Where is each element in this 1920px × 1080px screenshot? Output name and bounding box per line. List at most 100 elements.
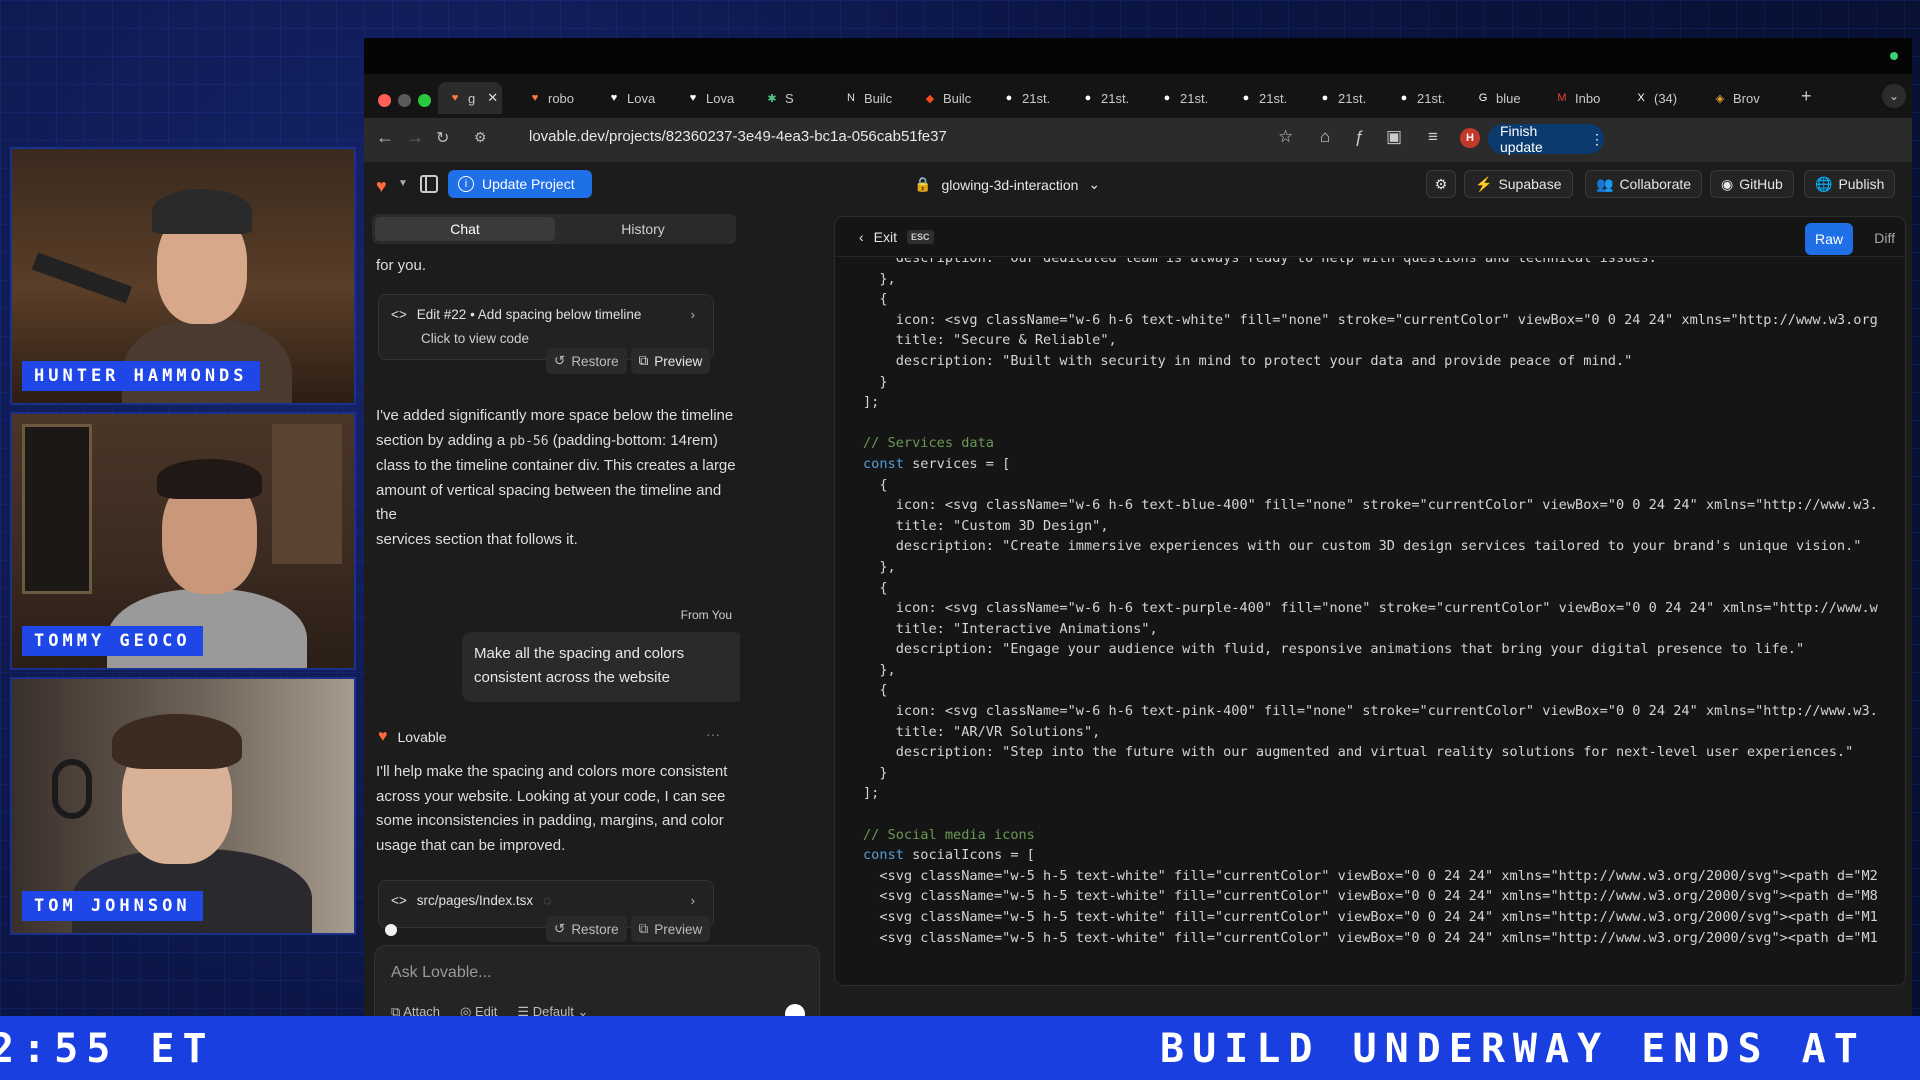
github-button[interactable]: ◉ GitHub xyxy=(1710,170,1794,198)
browser-tab[interactable]: ● 21st. xyxy=(1229,82,1307,114)
code-line: description: "Create immersive experienc… xyxy=(863,538,1862,555)
code-line: description: "Engage your audience with … xyxy=(863,641,1805,658)
browser-tab[interactable]: ● 21st. xyxy=(1308,82,1386,114)
maximize-window-button[interactable] xyxy=(418,94,431,107)
file-card-path: src/pages/Index.tsx xyxy=(416,893,534,908)
avatar[interactable]: H xyxy=(1460,128,1480,148)
cam-nameplate: HUNTER HAMMONDS xyxy=(22,361,260,391)
code-line: <svg className="w-5 h-5 text-white" fill… xyxy=(863,909,1878,925)
supabase-button[interactable]: ⚡ Supabase xyxy=(1464,170,1573,198)
browser-tab[interactable]: ♥ Lova xyxy=(597,82,675,114)
chat-panel: Chat History for you. <> Edit #22 • Add … xyxy=(370,208,740,1016)
tab-label: 21st. xyxy=(1180,90,1209,106)
minimize-window-button[interactable] xyxy=(398,94,411,107)
browser-tab[interactable]: ♥ robo xyxy=(518,82,596,114)
bookmark-star-icon[interactable]: ☆ xyxy=(1278,127,1293,147)
browser-tab[interactable]: ♥ g ✕ xyxy=(438,82,502,114)
raw-toggle-button[interactable]: Raw xyxy=(1805,223,1853,255)
heart-icon: ♥ xyxy=(689,92,697,104)
tab-label: Builc xyxy=(943,90,972,106)
browser-tab[interactable]: M Inbo xyxy=(1545,82,1623,114)
message-line: class to the timeline container div. Thi… xyxy=(376,457,736,474)
pinwheel-icon: ✱ xyxy=(767,92,777,105)
tab-chat[interactable]: Chat xyxy=(375,217,555,241)
sidebar-toggle-icon[interactable] xyxy=(420,175,438,193)
browser-tab[interactable]: X (34) xyxy=(1624,82,1702,114)
message-line: services section that follows it. xyxy=(376,530,578,548)
message-text: section by adding a xyxy=(376,431,506,449)
restore-button[interactable]: ↺ Restore xyxy=(546,916,627,942)
browser-tab[interactable]: ♥ Lova xyxy=(676,82,754,114)
code-line: description: "Our dedicated team is alwa… xyxy=(863,258,1666,266)
browser-tab[interactable]: ● 21st. xyxy=(992,82,1070,114)
restore-icon: ↺ xyxy=(554,353,566,368)
tab-label: Builc xyxy=(864,90,893,106)
github-label: GitHub xyxy=(1739,176,1783,192)
tab-label: g xyxy=(468,90,476,106)
preview-button[interactable]: ⧉ Preview xyxy=(630,916,711,942)
code-line: title: "Interactive Animations", xyxy=(863,620,1158,637)
extension-icon[interactable]: ⌂ xyxy=(1320,127,1330,147)
lovable-heart-icon[interactable]: ♥ xyxy=(376,176,387,197)
code-line: } xyxy=(863,764,888,781)
typing-indicator xyxy=(385,924,397,936)
tab-label: 21st. xyxy=(1022,90,1051,106)
chevron-down-icon[interactable]: ▼ xyxy=(398,178,408,189)
close-window-button[interactable] xyxy=(378,94,391,107)
tab-history[interactable]: History xyxy=(553,217,733,241)
code-line: }, xyxy=(863,270,896,287)
lock-icon: 🔒 xyxy=(914,176,932,192)
message-line: I'll help make the spacing and colors mo… xyxy=(376,763,728,780)
cam-nameplate: TOMMY GEOCO xyxy=(22,626,203,656)
esc-key-badge: ESC xyxy=(907,230,934,244)
dot-icon: ● xyxy=(1400,92,1408,104)
people-icon: 👥 xyxy=(1596,175,1614,192)
new-tab-button[interactable]: + xyxy=(1801,86,1812,107)
browser-tab[interactable]: ● 21st. xyxy=(1150,82,1228,114)
webcam-2: TOMMY GEOCO xyxy=(10,412,356,670)
code-scroll-area[interactable]: description: "Our dedicated team is alwa… xyxy=(835,258,1905,985)
project-selector[interactable]: 🔒 glowing-3d-interaction ⌄ xyxy=(914,176,1100,193)
diff-toggle-button[interactable]: Diff xyxy=(1874,230,1895,246)
chevron-down-icon[interactable]: ⌄ xyxy=(1882,84,1906,108)
exit-label: Exit xyxy=(873,229,898,245)
exit-button[interactable]: ‹ Exit ESC xyxy=(859,229,934,245)
code-line: { xyxy=(863,476,888,493)
tab-label: 21st. xyxy=(1259,90,1288,106)
url-field[interactable]: lovable.dev/projects/82360237-3e49-4ea3-… xyxy=(529,128,947,145)
media-icon[interactable]: ≡ xyxy=(1428,127,1438,147)
code-line: description: "Step into the future with … xyxy=(863,744,1854,761)
browser-tab[interactable]: ◈ Brov xyxy=(1703,82,1781,114)
restore-button[interactable]: ↺ Restore xyxy=(546,348,627,374)
tab-label: robo xyxy=(548,90,575,106)
browser-tab[interactable]: ◆ Builc xyxy=(913,82,991,114)
back-button[interactable]: ← xyxy=(376,127,394,148)
browser-tab[interactable]: ● 21st. xyxy=(1387,82,1465,114)
formula-icon[interactable]: ƒ xyxy=(1354,127,1363,147)
code-icon: <> xyxy=(391,307,407,322)
update-project-button[interactable]: i Update Project xyxy=(448,170,592,198)
site-settings-icon[interactable]: ⚙ xyxy=(474,129,487,146)
collaborate-button[interactable]: 👥 Collaborate xyxy=(1585,170,1703,198)
puzzle-icon[interactable]: ▣ xyxy=(1386,127,1402,147)
close-icon[interactable]: ✕ xyxy=(487,90,498,106)
google-icon: G xyxy=(1478,92,1488,104)
code-line: }, xyxy=(863,661,896,678)
edit-card-title: Edit #22 • Add spacing below timeline xyxy=(416,307,642,322)
info-icon: i xyxy=(458,176,474,192)
dot-icon: ● xyxy=(1005,92,1013,104)
publish-button[interactable]: 🌐 Publish xyxy=(1804,170,1896,198)
preview-button[interactable]: ⧉ Preview xyxy=(630,348,711,374)
code-icon: <> xyxy=(391,893,407,908)
reload-button[interactable]: ↻ xyxy=(436,128,449,148)
browser-tab[interactable]: ✱ S xyxy=(755,82,833,114)
code-line: // Social media icons xyxy=(863,826,1035,843)
browser-tab[interactable]: N Builc xyxy=(834,82,912,114)
more-options-icon[interactable]: ··· xyxy=(706,726,720,742)
browser-tab[interactable]: Gblue xyxy=(1466,82,1544,114)
finish-update-button[interactable]: Finish update ⋮ xyxy=(1488,123,1604,155)
settings-button[interactable]: ⚙ xyxy=(1426,170,1456,198)
browser-tab[interactable]: ● 21st. xyxy=(1071,82,1149,114)
forward-button[interactable]: → xyxy=(406,127,424,148)
code-line: } xyxy=(863,373,888,390)
